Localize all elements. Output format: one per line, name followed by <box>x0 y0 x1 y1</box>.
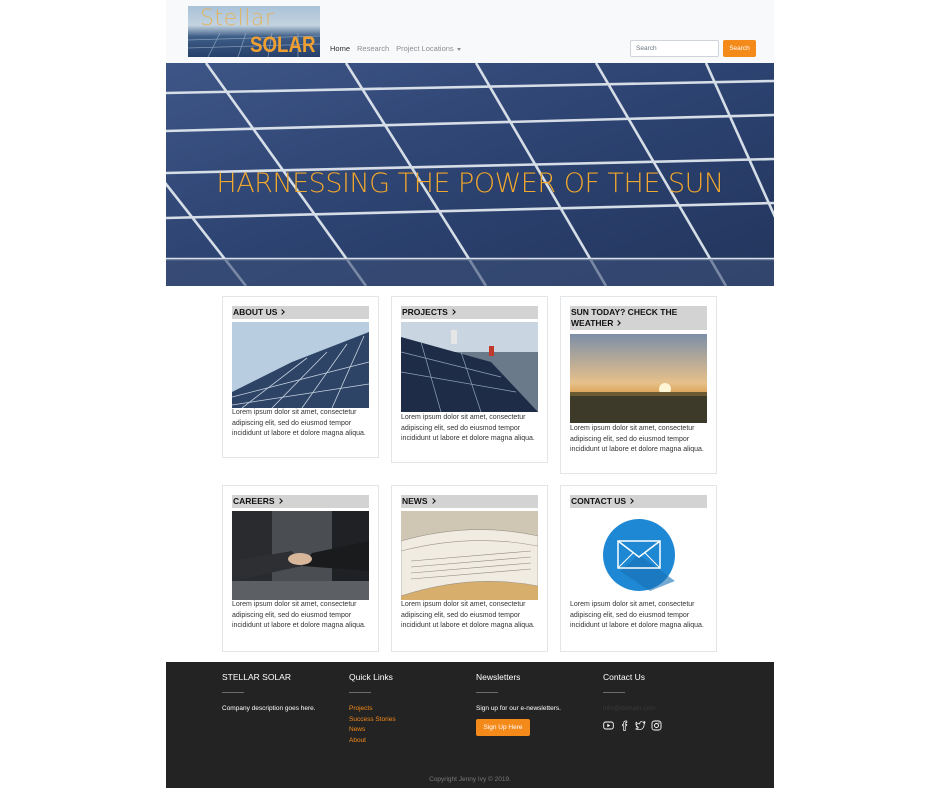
card-projects: PROJECTS Lorem ipsum dolor sit amet, con… <box>391 296 548 463</box>
chevron-right-icon <box>429 498 436 504</box>
card-text: Lorem ipsum dolor sit amet, consectetur … <box>401 601 535 629</box>
social-icons <box>603 718 662 731</box>
hero-title: HARNESSING THE POWER OF THE SUN <box>216 168 724 199</box>
chevron-right-icon <box>615 320 622 326</box>
footer-newsletters-text: Sign up for our e-newsletters. <box>476 705 561 712</box>
card-news: NEWS Lorem ipsum dolor sit amet, consect… <box>391 485 548 652</box>
nav-item-research[interactable]: Research <box>357 44 389 53</box>
card-title-projects[interactable]: PROJECTS <box>401 306 538 319</box>
footer-link-success-stories[interactable]: Success Stories <box>349 715 396 726</box>
copyright: Copyright Jenny Ivy © 2019. <box>429 776 511 783</box>
card-title-text: PROJECTS <box>402 307 448 317</box>
chevron-right-icon <box>279 309 286 315</box>
navbar: Stellar SOLAR Home Research Project Loca… <box>166 0 774 63</box>
card-title-text: NEWS <box>402 496 428 506</box>
nav-item-home[interactable]: Home <box>330 44 350 53</box>
footer-company: STELLAR SOLAR Company description goes h… <box>222 672 316 712</box>
card-title-about-us[interactable]: ABOUT US <box>232 306 369 319</box>
search-input[interactable] <box>630 40 719 57</box>
logo-text-solar: SOLAR <box>250 32 316 57</box>
footer-company-heading: STELLAR SOLAR <box>222 672 291 682</box>
card-title-careers[interactable]: CAREERS <box>232 495 369 508</box>
chevron-right-icon <box>449 309 456 315</box>
weather-image <box>570 334 707 423</box>
footer-email[interactable]: info@domain.com <box>603 705 662 712</box>
card-title-contact-us[interactable]: CONTACT US <box>570 495 707 508</box>
hero-banner: HARNESSING THE POWER OF THE SUN <box>166 63 774 286</box>
card-careers: CAREERS Lorem ipsum dolor sit amet, cons… <box>222 485 379 652</box>
youtube-icon[interactable] <box>603 718 614 730</box>
logo-text-stellar: Stellar <box>200 6 275 31</box>
card-about-us: ABOUT US Lorem ipsum dolor sit amet, con… <box>222 296 379 458</box>
footer: STELLAR SOLAR Company description goes h… <box>166 662 774 788</box>
footer-contact: Contact Us info@domain.com <box>603 672 662 731</box>
footer-company-text: Company description goes here. <box>222 705 316 712</box>
card-title-text: ABOUT US <box>233 307 278 317</box>
footer-link-about[interactable]: About <box>349 736 396 747</box>
footer-newsletters-heading: Newsletters <box>476 672 521 682</box>
card-text: Lorem ipsum dolor sit amet, consectetur … <box>232 409 366 437</box>
footer-divider <box>476 692 498 693</box>
search-button[interactable]: Search <box>723 40 756 57</box>
card-text: Lorem ipsum dolor sit amet, consectetur … <box>401 414 535 442</box>
footer-divider <box>222 692 244 693</box>
footer-divider <box>349 692 371 693</box>
footer-contact-heading: Contact Us <box>603 672 646 682</box>
projects-image <box>401 322 538 412</box>
card-title-text: SUN TODAY? CHECK THE WEATHER <box>571 307 678 328</box>
news-image <box>401 511 538 600</box>
card-title-text: CONTACT US <box>571 496 627 506</box>
card-title-news[interactable]: NEWS <box>401 495 538 508</box>
footer-link-projects[interactable]: Projects <box>349 704 396 715</box>
sign-up-button[interactable]: Sign Up Here <box>476 719 530 736</box>
footer-links-list: Projects Success Stories News About <box>349 704 396 747</box>
footer-newsletters: Newsletters Sign up for our e-newsletter… <box>476 672 561 736</box>
card-title-text: CAREERS <box>233 496 275 506</box>
footer-quick-links: Quick Links Projects Success Stories New… <box>349 672 396 747</box>
nav-item-project-locations-label: Project Locations <box>396 44 454 53</box>
careers-image <box>232 511 369 600</box>
instagram-icon[interactable] <box>651 718 662 731</box>
envelope-icon[interactable] <box>570 511 707 600</box>
caret-down-icon <box>456 47 461 51</box>
chevron-right-icon <box>628 498 634 504</box>
brand-logo[interactable]: Stellar SOLAR <box>188 6 320 57</box>
page: Stellar SOLAR Home Research Project Loca… <box>166 0 774 788</box>
footer-link-news[interactable]: News <box>349 725 396 736</box>
card-title-weather[interactable]: SUN TODAY? CHECK THE WEATHER <box>570 306 707 330</box>
twitter-icon[interactable] <box>635 718 646 731</box>
facebook-icon[interactable] <box>619 718 630 731</box>
card-text: Lorem ipsum dolor sit amet, consectetur … <box>570 425 704 453</box>
card-contact-us: CONTACT US Lorem ipsum dolor sit amet, c… <box>560 485 717 652</box>
about-us-image <box>232 322 369 408</box>
chevron-right-icon <box>276 498 283 504</box>
card-text: Lorem ipsum dolor sit amet, consectetur … <box>570 601 704 629</box>
footer-quick-links-heading: Quick Links <box>349 672 393 682</box>
nav-links: Home Research Project Locations <box>330 44 461 53</box>
nav-item-project-locations[interactable]: Project Locations <box>396 44 461 53</box>
card-text: Lorem ipsum dolor sit amet, consectetur … <box>232 601 366 629</box>
footer-divider <box>603 692 625 693</box>
card-weather: SUN TODAY? CHECK THE WEATHER Lorem ipsum… <box>560 296 717 474</box>
